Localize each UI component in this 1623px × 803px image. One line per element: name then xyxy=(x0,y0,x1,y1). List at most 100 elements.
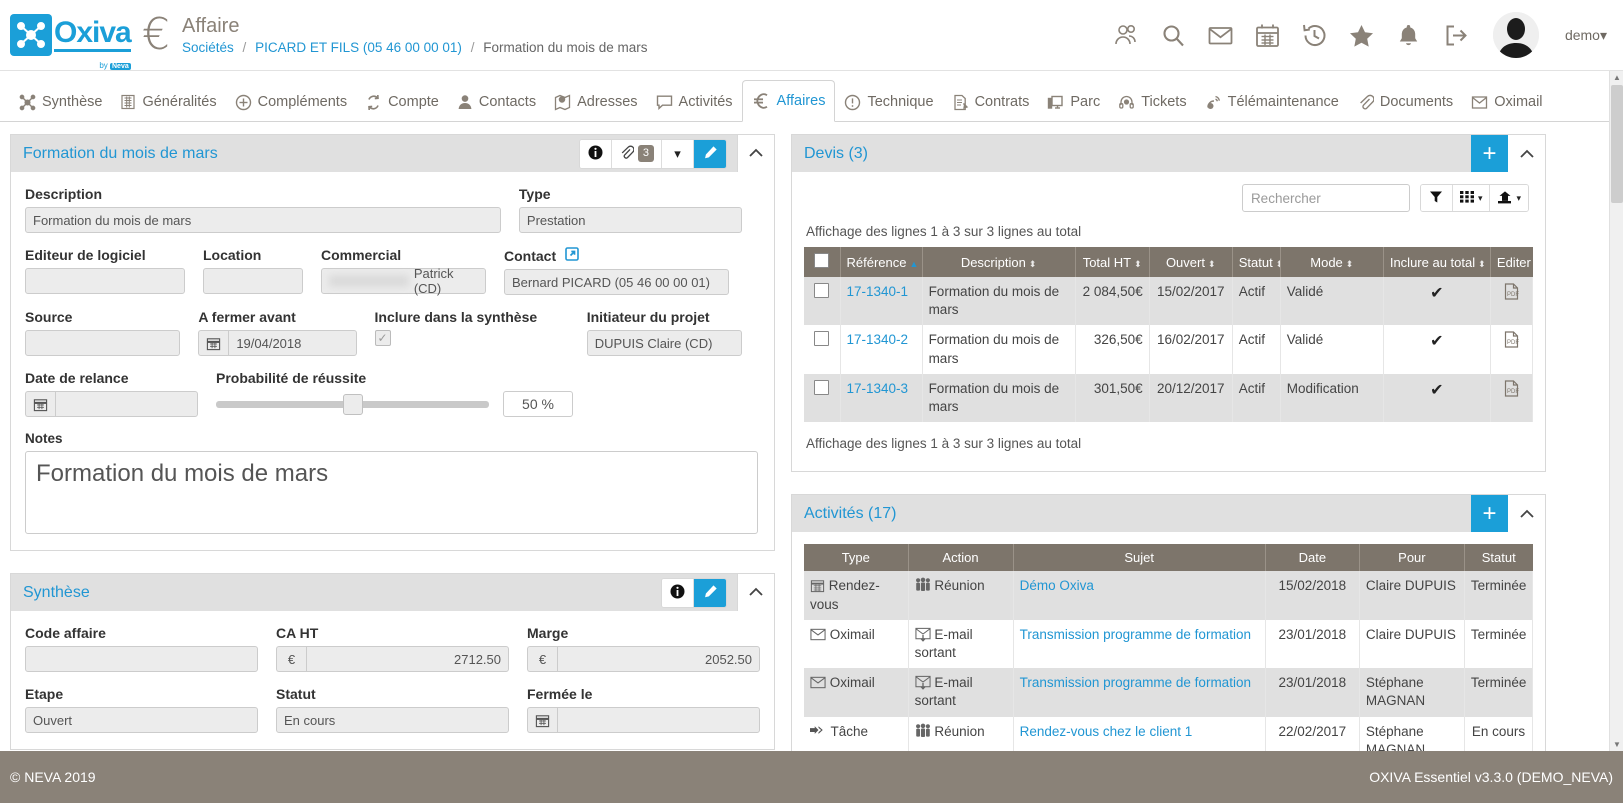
add-devis-button[interactable]: + xyxy=(1471,135,1508,172)
calendar-icon[interactable] xyxy=(527,707,557,733)
tab-adresses[interactable]: Adresses xyxy=(545,83,646,121)
tab-contacts[interactable]: Contacts xyxy=(448,83,545,121)
slider-handle[interactable] xyxy=(342,393,363,415)
devis-reference-link[interactable]: 17-1340-1 xyxy=(847,284,909,299)
commercial-input[interactable]: Patrick (CD) xyxy=(321,266,486,296)
row-checkbox[interactable] xyxy=(814,331,830,347)
tab-telemaintenance[interactable]: Télémaintenance xyxy=(1196,83,1348,121)
avatar[interactable] xyxy=(1492,12,1539,58)
activites-col-statut[interactable]: Statut xyxy=(1464,544,1533,572)
export-button[interactable]: ▾ xyxy=(1490,185,1528,211)
row-checkbox-cell[interactable] xyxy=(804,277,841,326)
tab-contrats[interactable]: Contrats xyxy=(943,83,1039,121)
tab-generalites[interactable]: Généralités xyxy=(111,83,225,121)
columns-button[interactable]: ▾ xyxy=(1452,185,1491,211)
probabilite-slider[interactable] xyxy=(216,393,489,415)
probabilite-value[interactable]: 50 % xyxy=(503,391,573,417)
envelope-icon[interactable] xyxy=(1207,22,1234,49)
tab-activites[interactable]: Activités xyxy=(647,83,742,121)
date-relance-input[interactable] xyxy=(55,391,198,417)
row-checkbox[interactable] xyxy=(814,283,830,298)
search-input[interactable]: Rechercher xyxy=(1241,184,1410,212)
collapse-button[interactable] xyxy=(1508,495,1545,533)
tab-parc[interactable]: Parc xyxy=(1038,83,1109,121)
logo[interactable]: Oxiva by Neva xyxy=(0,14,134,70)
inclure-synthese-checkbox[interactable]: ✓ xyxy=(374,330,391,346)
table-row[interactable]: Oximail E-mail sortant Transmission prog… xyxy=(804,668,1534,717)
edit-button[interactable] xyxy=(694,578,726,607)
attachments-button[interactable]: 3 xyxy=(611,139,662,168)
table-row[interactable]: 17-1340-3 Formation du mois de mars 301,… xyxy=(804,373,1534,423)
activites-col-pour[interactable]: Pour xyxy=(1359,544,1465,572)
code-affaire-input[interactable] xyxy=(25,646,258,672)
type-input[interactable]: Prestation xyxy=(518,207,742,233)
scroll-down-arrow[interactable]: ▼ xyxy=(1612,740,1622,749)
breadcrumb-item-company[interactable]: PICARD ET FILS (05 46 00 00 01) xyxy=(255,40,462,55)
row-checkbox[interactable] xyxy=(814,379,830,395)
calendar-icon[interactable] xyxy=(198,330,229,356)
ca-ht-input[interactable]: 2712.50 xyxy=(306,646,509,672)
activite-subject-link[interactable]: Transmission programme de formation xyxy=(1020,627,1251,642)
tab-tickets[interactable]: Tickets xyxy=(1109,83,1195,121)
activite-subject-link[interactable]: Transmission programme de formation xyxy=(1020,675,1251,690)
edit-button[interactable] xyxy=(694,139,726,168)
table-row[interactable]: Rendez-vous Réunion Démo Oxiva 15/02/201… xyxy=(804,571,1534,620)
info-button[interactable] xyxy=(579,139,612,168)
table-row[interactable]: Oximail E-mail sortant Transmission prog… xyxy=(804,619,1534,669)
description-input[interactable]: Formation du mois de mars xyxy=(25,207,501,233)
scroll-up-arrow[interactable]: ▲ xyxy=(1612,73,1622,82)
bell-icon[interactable] xyxy=(1395,22,1422,49)
devis-col-statut[interactable]: Statut⬍ xyxy=(1232,247,1281,277)
cell-editer[interactable]: PDF xyxy=(1490,277,1534,326)
a-fermer-avant-input[interactable]: 19/04/2018 xyxy=(228,330,357,356)
devis-col-total-ht[interactable]: Total HT ⬍ xyxy=(1075,247,1150,277)
table-row[interactable]: 17-1340-1 Formation du mois de mars 2 08… xyxy=(804,277,1534,326)
history-icon[interactable] xyxy=(1301,22,1328,49)
location-input[interactable] xyxy=(203,268,303,294)
devis-select-all-header[interactable] xyxy=(804,247,841,277)
activite-subject-link[interactable]: Rendez-vous chez le client 1 xyxy=(1020,724,1193,739)
fermee-le-input[interactable] xyxy=(557,707,760,733)
tab-synthese[interactable]: Synthèse xyxy=(10,83,111,121)
page-scrollbar[interactable]: ▲ ▼ xyxy=(1609,71,1623,751)
cell-reference[interactable]: 17-1340-3 xyxy=(840,373,923,423)
devis-col-ouvert[interactable]: Ouvert ⬍ xyxy=(1149,247,1233,277)
pdf-icon[interactable]: PDF xyxy=(1504,331,1519,351)
notes-textarea[interactable]: Formation du mois de mars xyxy=(25,451,758,534)
cell-editer[interactable]: PDF xyxy=(1490,373,1534,423)
statut-input[interactable]: En cours xyxy=(276,707,509,733)
devis-col-mode[interactable]: Mode ⬍ xyxy=(1280,247,1384,277)
contact-input[interactable]: Bernard PICARD (05 46 00 00 01) xyxy=(504,269,729,295)
table-row[interactable]: 17-1340-2 Formation du mois de mars 326,… xyxy=(804,325,1534,374)
cell-editer[interactable]: PDF xyxy=(1490,325,1534,374)
source-input[interactable] xyxy=(25,330,181,356)
devis-col-reference[interactable]: Référence ▲ xyxy=(840,247,923,277)
users-icon[interactable] xyxy=(1112,21,1140,49)
cell-sujet[interactable]: Transmission programme de formation xyxy=(1013,668,1266,717)
filter-button[interactable] xyxy=(1420,185,1453,211)
user-menu[interactable]: demo▾ xyxy=(1565,27,1607,44)
collapse-button[interactable] xyxy=(737,135,774,172)
row-checkbox-cell[interactable] xyxy=(804,325,841,374)
activites-col-date[interactable]: Date xyxy=(1265,544,1360,572)
collapse-button[interactable] xyxy=(1508,135,1545,172)
tab-affaires[interactable]: Affaires xyxy=(741,80,836,122)
cell-reference[interactable]: 17-1340-2 xyxy=(840,325,923,374)
calendar-icon[interactable] xyxy=(1254,22,1281,49)
scrollbar-thumb[interactable] xyxy=(1611,85,1623,203)
tab-complements[interactable]: Compléments xyxy=(226,83,356,121)
tab-technique[interactable]: Technique xyxy=(835,83,942,121)
star-icon[interactable] xyxy=(1348,22,1375,49)
activites-col-sujet[interactable]: Sujet xyxy=(1013,544,1266,572)
devis-col-description[interactable]: Description ⬍ xyxy=(922,247,1076,277)
add-activite-button[interactable]: + xyxy=(1471,495,1508,533)
tab-oximail[interactable]: Oximail xyxy=(1462,83,1551,121)
editeur-input[interactable] xyxy=(25,268,185,294)
activites-col-action[interactable]: Action xyxy=(908,544,1014,572)
calendar-icon[interactable] xyxy=(25,391,55,417)
cell-reference[interactable]: 17-1340-1 xyxy=(840,277,923,326)
devis-reference-link[interactable]: 17-1340-2 xyxy=(847,332,909,347)
tab-compte[interactable]: Compte xyxy=(356,83,448,121)
pdf-icon[interactable]: PDF xyxy=(1504,380,1519,400)
cell-sujet[interactable]: Démo Oxiva xyxy=(1013,571,1266,620)
